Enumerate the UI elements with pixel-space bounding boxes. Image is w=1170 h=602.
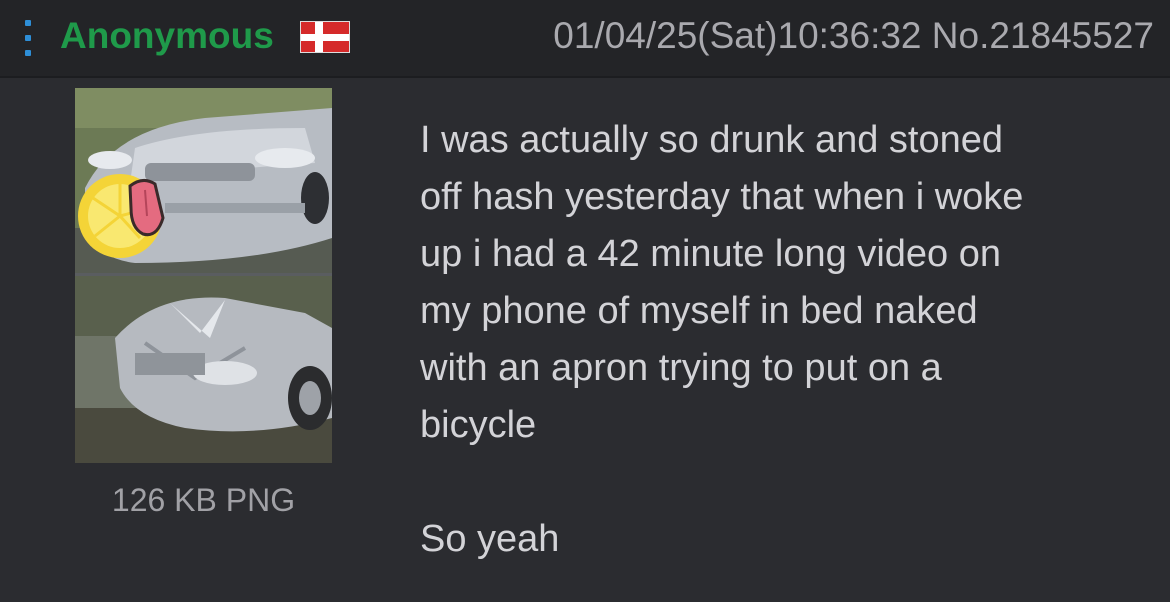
poster-name: Anonymous [60,15,274,56]
comment-line: I was actually so drunk and stoned [420,119,1004,161]
post-header: Anonymous 01/04/25(Sat)10:36:32 No.21845… [0,0,1170,78]
post-comment: I was actually so drunk and stoned off h… [420,112,1150,568]
comment-line: with an apron trying to put on a [420,347,942,389]
comment-line: my phone of myself in bed naked [420,290,978,332]
menu-dot [25,35,31,41]
menu-dot [25,20,31,26]
post-meta: 01/04/25(Sat)10:36:32 No.21845527 [553,14,1154,58]
post-menu-icon[interactable] [22,20,34,56]
comment-line: bicycle [420,404,537,446]
file-info: 126 KB PNG [111,482,296,518]
comment-line: So yeah [420,518,560,560]
comment-line: up i had a 42 minute long video on [420,233,1001,275]
denmark-flag-icon [300,21,350,53]
post-number[interactable]: No.21845527 [932,15,1154,56]
comment-line: off hash yesterday that when i woke [420,176,1024,218]
post-date: 01/04/25(Sat)10:36:32 [553,15,922,56]
post-image-thumbnail[interactable] [75,88,332,463]
menu-dot [25,50,31,56]
